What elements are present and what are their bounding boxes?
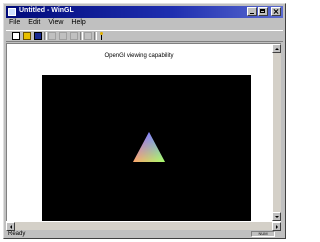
toolbar-separator (44, 32, 47, 40)
menu-file[interactable]: File (8, 19, 21, 29)
maximize-button[interactable] (258, 7, 268, 16)
viewport-heading: OpenGl viewing capability (104, 53, 174, 59)
title-bar[interactable]: Untitled - WinGL (6, 6, 283, 18)
close-button[interactable] (271, 7, 281, 16)
num-lock-indicator: NUM (251, 231, 275, 237)
application-window: Untitled - WinGL File Edit View Help Ope… (3, 3, 286, 239)
opengl-viewport[interactable] (42, 75, 251, 221)
client-area[interactable]: OpenGl viewing capability (6, 43, 281, 221)
horizontal-scrollbar[interactable] (6, 221, 281, 231)
minimize-button[interactable] (247, 7, 257, 16)
menu-edit[interactable]: Edit (27, 19, 41, 29)
vertical-scrollbar[interactable] (272, 44, 281, 221)
scroll-up-icon[interactable] (272, 44, 281, 53)
app-icon[interactable] (8, 8, 16, 16)
rgb-triangle (133, 132, 165, 162)
menu-view[interactable]: View (47, 19, 64, 29)
copy-icon[interactable] (59, 32, 67, 40)
new-icon[interactable] (12, 32, 20, 40)
scroll-right-icon[interactable] (272, 222, 281, 231)
paste-icon[interactable] (70, 32, 78, 40)
toolbar-separator (80, 32, 83, 40)
menu-help[interactable]: Help (70, 19, 86, 29)
print-icon[interactable] (84, 32, 92, 40)
status-bar: Ready NUM (6, 231, 283, 238)
cut-icon[interactable] (48, 32, 56, 40)
caption-buttons (247, 7, 281, 16)
size-grip[interactable] (281, 221, 285, 230)
open-icon[interactable] (23, 32, 31, 40)
save-icon[interactable] (34, 32, 42, 40)
toolbar-separator (94, 32, 97, 40)
help-icon[interactable] (98, 32, 105, 40)
menu-bar: File Edit View Help (8, 19, 87, 29)
scroll-left-icon[interactable] (6, 222, 15, 231)
window-title: Untitled - WinGL (19, 7, 74, 14)
scroll-down-icon[interactable] (272, 212, 281, 221)
status-text: Ready (8, 231, 26, 237)
toolbar (6, 30, 283, 42)
